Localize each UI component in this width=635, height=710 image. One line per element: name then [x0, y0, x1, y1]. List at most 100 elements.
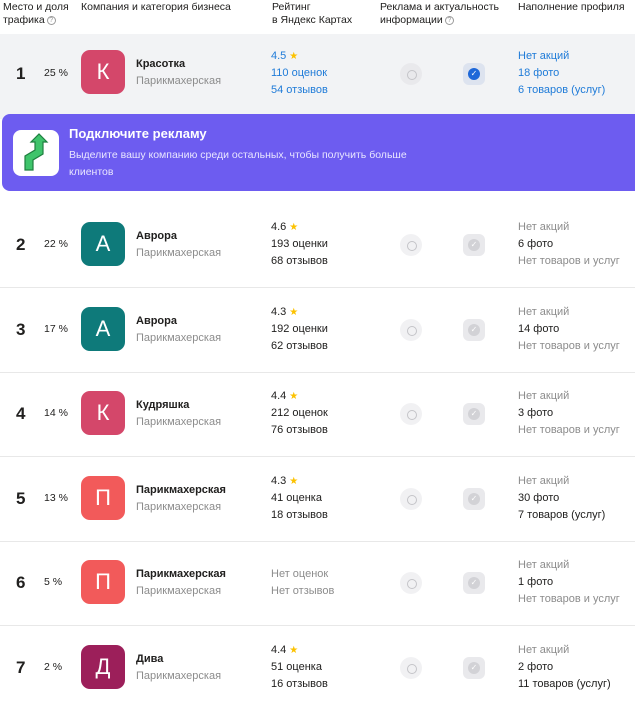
- table-row[interactable]: 2 22 % А Аврора Парикмахерская 4.6 ★ 193 …: [0, 203, 635, 288]
- company-category: Парикмахерская: [136, 332, 222, 344]
- ratings-count[interactable]: 212 оценок: [271, 405, 328, 422]
- company-category: Парикмахерская: [136, 585, 222, 597]
- table-row[interactable]: 6 5 % П Парикмахерская Парикмахерская Не…: [0, 541, 635, 626]
- goods-count[interactable]: 11 товаров (услуг): [518, 676, 611, 693]
- table-row[interactable]: 7 2 % Д Дива Парикмахерская 4.4 ★ 51 оцен…: [0, 626, 635, 710]
- ratings-count[interactable]: 193 оценки: [271, 236, 328, 253]
- checkmark-icon: ✓: [463, 234, 485, 256]
- profile-block[interactable]: Нет акций 18 фото 6 товаров (услуг): [518, 48, 605, 99]
- goods-count[interactable]: 6 товаров (услуг): [518, 82, 605, 99]
- growth-arrow-icon: [13, 130, 59, 176]
- company-name[interactable]: Аврора: [136, 230, 177, 242]
- checkmark-icon: ✓: [463, 657, 485, 679]
- rating-value: 4.6: [271, 221, 287, 233]
- rating-block[interactable]: 4.4 ★ 51 оценка 16 отзывов: [271, 642, 328, 693]
- traffic-share: 17 %: [44, 323, 68, 335]
- help-icon[interactable]: ?: [444, 15, 454, 25]
- reviews-count[interactable]: 18 отзывов: [271, 507, 328, 524]
- megaphone-icon: [400, 403, 422, 425]
- table-header: Место и доля трафика? Компания и категор…: [0, 0, 635, 34]
- avatar: К: [81, 391, 125, 435]
- rating-block[interactable]: 4.4 ★ 212 оценок 76 отзывов: [271, 388, 328, 439]
- company-category: Парикмахерская: [136, 75, 222, 87]
- company-category: Парикмахерская: [136, 501, 222, 513]
- table-row[interactable]: 3 17 % А Аврора Парикмахерская 4.3 ★ 192 …: [0, 288, 635, 373]
- traffic-share: 14 %: [44, 407, 68, 419]
- help-icon[interactable]: ?: [46, 15, 56, 25]
- ratings-count[interactable]: 110 оценок: [271, 65, 328, 82]
- megaphone-icon: [400, 657, 422, 679]
- ratings-count[interactable]: 51 оценка: [271, 659, 328, 676]
- company-name[interactable]: Дива: [136, 653, 163, 665]
- goods-count[interactable]: 7 товаров (услуг): [518, 507, 605, 524]
- megaphone-icon: [400, 319, 422, 341]
- photos-count[interactable]: 1 фото: [518, 574, 620, 591]
- photos-count[interactable]: 18 фото: [518, 65, 605, 82]
- promos-status: Нет акций: [518, 559, 570, 571]
- profile-block[interactable]: Нет акций 2 фото 11 товаров (услуг): [518, 642, 611, 693]
- reviews-count[interactable]: 16 отзывов: [271, 676, 328, 693]
- place-number: 5: [16, 489, 26, 508]
- avatar: П: [81, 560, 125, 604]
- profile-block[interactable]: Нет акций 1 фото Нет товаров и услуг: [518, 557, 620, 608]
- reviews-count[interactable]: 62 отзывов: [271, 338, 328, 355]
- photos-count[interactable]: 2 фото: [518, 659, 611, 676]
- promos-status: Нет акций: [518, 475, 570, 487]
- rating-block[interactable]: 4.3 ★ 41 оценка 18 отзывов: [271, 473, 328, 524]
- traffic-share: 13 %: [44, 492, 68, 504]
- avatar: А: [81, 222, 125, 266]
- star-icon: ★: [289, 222, 299, 233]
- avatar: Д: [81, 645, 125, 689]
- photos-count[interactable]: 3 фото: [518, 405, 620, 422]
- ad-promo-banner[interactable]: Подключите рекламу Выделите вашу компани…: [2, 114, 635, 191]
- rating-block[interactable]: 4.6 ★ 193 оценки 68 отзывов: [271, 219, 328, 270]
- company-name[interactable]: Красотка: [136, 58, 185, 70]
- reviews-count[interactable]: 68 отзывов: [271, 253, 328, 270]
- checkmark-icon: ✓: [463, 319, 485, 341]
- company-name[interactable]: Парикмахерская: [136, 484, 226, 496]
- reviews-count[interactable]: 76 отзывов: [271, 422, 328, 439]
- profile-block[interactable]: Нет акций 3 фото Нет товаров и услуг: [518, 388, 620, 439]
- table-row[interactable]: 4 14 % К Кудряшка Парикмахерская 4.4 ★ 21…: [0, 372, 635, 457]
- megaphone-icon: [400, 572, 422, 594]
- ratings-count: Нет оценок: [271, 568, 329, 580]
- star-icon: ★: [289, 645, 299, 656]
- avatar: А: [81, 307, 125, 351]
- star-icon: ★: [289, 476, 299, 487]
- photos-count[interactable]: 30 фото: [518, 490, 605, 507]
- checkmark-icon: ✓: [463, 572, 485, 594]
- promos-status: Нет акций: [518, 644, 570, 656]
- company-name[interactable]: Аврора: [136, 315, 177, 327]
- promos-status[interactable]: Нет акций: [518, 48, 605, 65]
- rating-block[interactable]: 4.5 ★ 110 оценок 54 отзывов: [271, 48, 328, 99]
- header-company: Компания и категория бизнеса: [81, 1, 231, 13]
- star-icon: ★: [289, 307, 299, 318]
- traffic-share: 22 %: [44, 238, 68, 250]
- profile-block[interactable]: Нет акций 6 фото Нет товаров и услуг: [518, 219, 620, 270]
- reviews-count[interactable]: 54 отзывов: [271, 82, 328, 99]
- rating-block: Нет оценок Нет отзывов: [271, 566, 334, 600]
- table-row[interactable]: 5 13 % П Парикмахерская Парикмахерская 4…: [0, 457, 635, 542]
- company-name[interactable]: Кудряшка: [136, 399, 189, 411]
- goods-count: Нет товаров и услуг: [518, 424, 620, 436]
- promo-title: Подключите рекламу: [69, 126, 207, 141]
- ratings-count[interactable]: 192 оценки: [271, 321, 328, 338]
- profile-block[interactable]: Нет акций 14 фото Нет товаров и услуг: [518, 304, 620, 355]
- ratings-count[interactable]: 41 оценка: [271, 490, 328, 507]
- traffic-share: 5 %: [44, 576, 63, 588]
- photos-count[interactable]: 14 фото: [518, 321, 620, 338]
- place-number: 3: [16, 320, 26, 339]
- avatar: П: [81, 476, 125, 520]
- photos-count[interactable]: 6 фото: [518, 236, 620, 253]
- megaphone-icon: [400, 63, 422, 85]
- table-row[interactable]: 1 25 % К Красотка Парикмахерская 4.5 ★ 11…: [0, 34, 635, 119]
- rating-block[interactable]: 4.3 ★ 192 оценки 62 отзывов: [271, 304, 328, 355]
- star-icon: ★: [289, 51, 299, 62]
- promo-text: Выделите вашу компанию среди остальных, …: [69, 149, 407, 178]
- header-rating: Рейтинг в Яндекс Картах: [272, 1, 353, 26]
- profile-block[interactable]: Нет акций 30 фото 7 товаров (услуг): [518, 473, 605, 524]
- megaphone-icon: [400, 234, 422, 256]
- company-name[interactable]: Парикмахерская: [136, 568, 226, 580]
- promos-status: Нет акций: [518, 306, 570, 318]
- rating-value: 4.4: [271, 390, 287, 402]
